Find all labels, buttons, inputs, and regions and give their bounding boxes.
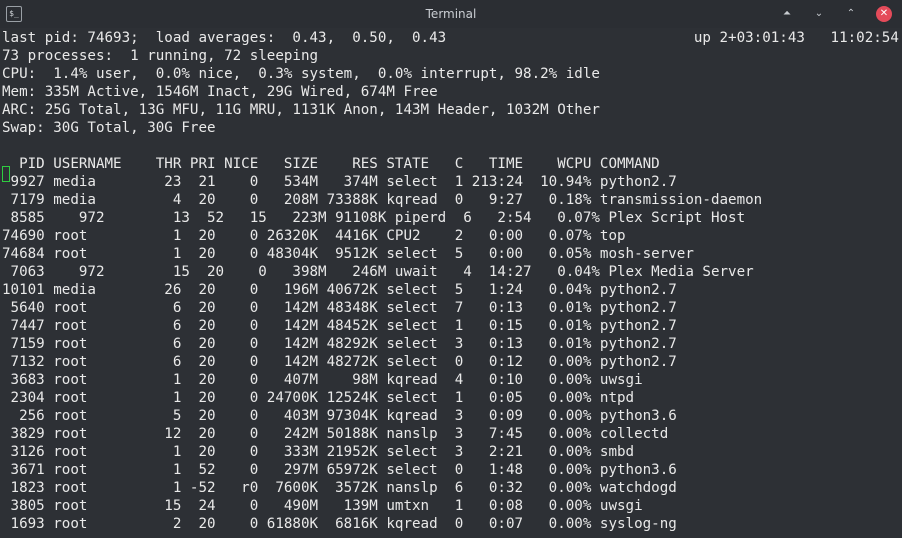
top-mem-line: Mem: 335M Active, 1546M Inact, 29G Wired… bbox=[2, 84, 438, 100]
window-controls: ⏶ ⌄ ⌃ ✕ bbox=[780, 6, 892, 22]
close-icon[interactable]: ✕ bbox=[876, 6, 892, 22]
top-summary-line: last pid: 74693; load averages: 0.43, 0.… bbox=[2, 30, 899, 46]
table-row: 7159 root 6 20 0 142M 48292K select 3 0:… bbox=[2, 336, 677, 352]
table-row: 74690 root 1 20 0 26320K 4416K CPU2 2 0:… bbox=[2, 228, 626, 244]
table-row: 7179 media 4 20 0 208M 73388K kqread 0 9… bbox=[2, 192, 763, 208]
top-arc-line: ARC: 25G Total, 13G MFU, 11G MRU, 1131K … bbox=[2, 102, 600, 118]
top-swap-line: Swap: 30G Total, 30G Free bbox=[2, 120, 216, 136]
maximize-icon[interactable]: ⌃ bbox=[844, 7, 858, 21]
terminal-app-icon: $_ bbox=[6, 6, 22, 22]
minimize-icon[interactable]: ⌄ bbox=[812, 7, 826, 21]
window-title: Terminal bbox=[425, 7, 477, 21]
table-row: 74684 root 1 20 0 48304K 9512K select 5 … bbox=[2, 246, 694, 262]
table-row: 1693 root 2 20 0 61880K 6816K kqread 0 0… bbox=[2, 516, 677, 532]
top-processes-line: 73 processes: 1 running, 72 sleeping bbox=[2, 48, 319, 64]
table-row: 7447 root 6 20 0 142M 48452K select 1 0:… bbox=[2, 318, 677, 334]
table-row: 3683 root 1 20 0 407M 98M kqread 4 0:10 … bbox=[2, 372, 643, 388]
table-row: 10101 media 26 20 0 196M 40672K select 5… bbox=[2, 282, 677, 298]
table-row: 9927 media 23 21 0 534M 374M select 1 21… bbox=[2, 174, 677, 190]
process-table-header: PID USERNAME THR PRI NICE SIZE RES STATE… bbox=[2, 156, 660, 172]
table-row: 1823 root 1 -52 r0 7600K 3572K nanslp 6 … bbox=[2, 480, 677, 496]
table-row: 7063 972 15 20 0 398M 246M uwait 4 14:27… bbox=[2, 264, 754, 280]
table-row: 3671 root 1 52 0 297M 65972K select 0 1:… bbox=[2, 462, 677, 478]
table-row: 3829 root 12 20 0 242M 50188K nanslp 3 7… bbox=[2, 426, 669, 442]
table-row: 7132 root 6 20 0 142M 48272K select 0 0:… bbox=[2, 354, 677, 370]
top-cpu-line: CPU: 1.4% user, 0.0% nice, 0.3% system, … bbox=[2, 66, 600, 82]
window-titlebar: $_ Terminal ⏶ ⌄ ⌃ ✕ bbox=[0, 0, 902, 29]
table-row: 8585 972 13 52 15 223M 91108K piperd 6 2… bbox=[2, 210, 746, 226]
scroll-up-icon[interactable]: ⏶ bbox=[780, 7, 794, 21]
table-row: 5640 root 6 20 0 142M 48348K select 7 0:… bbox=[2, 300, 677, 316]
table-row: 2304 root 1 20 0 24700K 12524K select 1 … bbox=[2, 390, 635, 406]
table-row: 3126 root 1 20 0 333M 21952K select 3 2:… bbox=[2, 444, 635, 460]
table-row: 256 root 5 20 0 403M 97304K kqread 3 0:0… bbox=[2, 408, 677, 424]
terminal-output[interactable]: last pid: 74693; load averages: 0.43, 0.… bbox=[0, 28, 902, 538]
table-row: 3805 root 15 24 0 490M 139M umtxn 1 0:08… bbox=[2, 498, 643, 514]
